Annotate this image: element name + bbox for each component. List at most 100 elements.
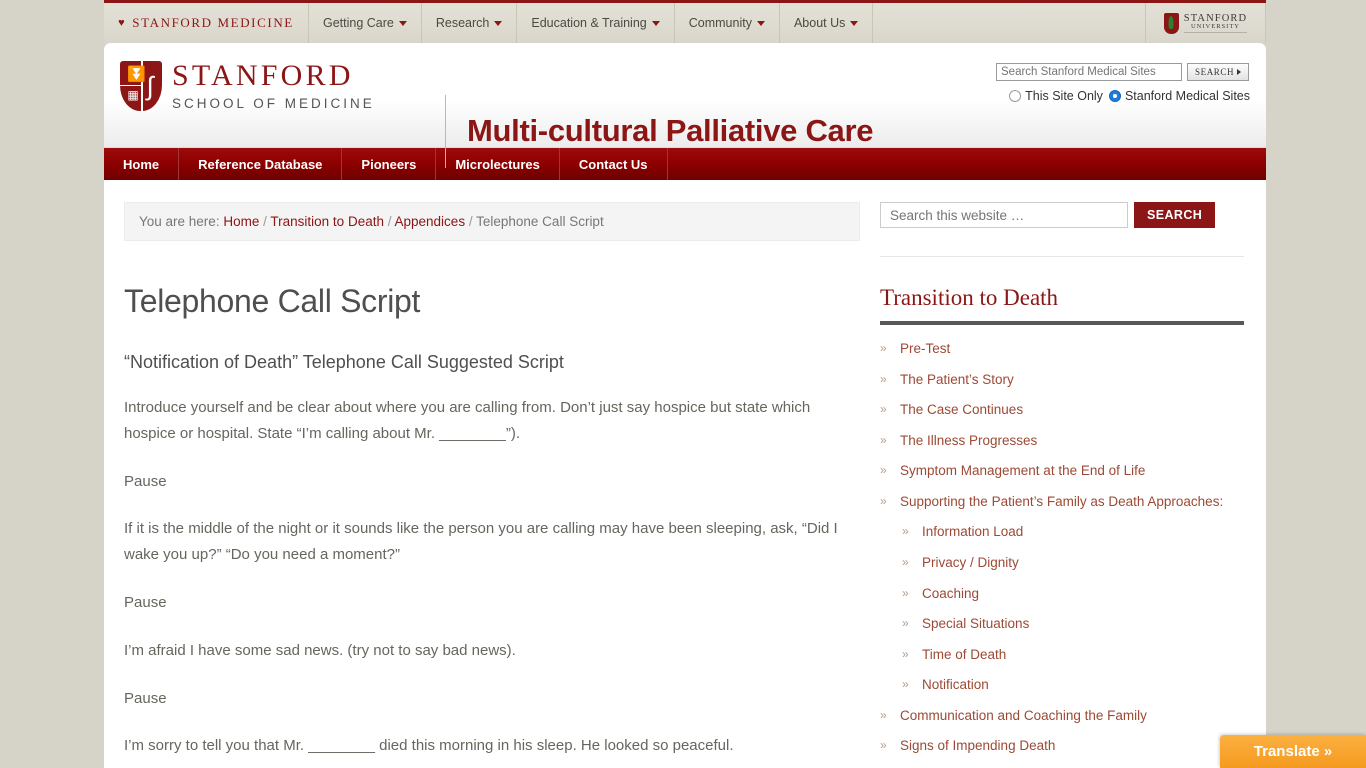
nav-label: Reference Database [198, 156, 323, 172]
topnav-item-getting-care[interactable]: Getting Care [309, 3, 422, 43]
sidebar: SEARCH Transition to Death » Pre-Test [880, 180, 1266, 768]
sidebar-item-special-situations[interactable]: Special Situations [922, 614, 1029, 634]
arrow-right-icon [1237, 69, 1242, 75]
double-chevron-icon: » [880, 707, 887, 722]
university-logo-line1: STANFORD [1183, 12, 1248, 24]
topnav-label: Getting Care [323, 16, 394, 30]
stanford-medicine-topbar: ♥ STANFORD MEDICINE Getting Care Researc… [104, 0, 1266, 43]
double-chevron-icon: » [880, 371, 887, 386]
nav-label: Microlectures [455, 156, 540, 172]
sidebar-item-notification[interactable]: Notification [922, 675, 989, 695]
page-site-title: Multi-cultural Palliative Care [467, 113, 874, 148]
list-item: » Signs of Impending Death [880, 736, 1244, 756]
sidebar-search-button[interactable]: SEARCH [1134, 202, 1216, 228]
global-search-input[interactable] [996, 63, 1182, 81]
global-search-button-label: SEARCH [1195, 67, 1235, 77]
nav-item-contact-us[interactable]: Contact Us [560, 148, 668, 180]
topnav-item-research[interactable]: Research [422, 3, 518, 43]
sidebar-item-supporting-the-family[interactable]: Supporting the Patient’s Family as Death… [900, 492, 1223, 512]
translate-button[interactable]: Translate » [1220, 735, 1366, 768]
radio-icon [1009, 90, 1022, 102]
radio-stanford-medical-sites[interactable]: Stanford Medical Sites [1108, 89, 1250, 103]
body-paragraph: Introduce yourself and be clear about wh… [124, 399, 811, 442]
radio-this-site-only[interactable]: This Site Only [1009, 89, 1103, 103]
stanford-medicine-crest-icon: ⏬ ▦ ∫ [120, 61, 162, 111]
site-logo[interactable]: ⏬ ▦ ∫ STANFORD SCHOOL OF MEDICINE [120, 61, 375, 111]
page-subheading: “Notification of Death” Telephone Call S… [124, 352, 564, 372]
sidebar-divider [880, 256, 1244, 257]
double-chevron-icon: » [880, 493, 887, 508]
sidebar-item-information-load[interactable]: Information Load [922, 522, 1023, 542]
sidebar-section-title: Transition to Death [880, 285, 1059, 310]
body-paragraph-pause: Pause [124, 472, 167, 490]
list-item: » Pre-Test [880, 339, 1244, 359]
content-area: You are here: Home / Transition to Death… [104, 180, 1266, 768]
list-item: » The Illness Progresses [880, 431, 1244, 451]
breadcrumb-prefix: You are here: [139, 214, 220, 229]
list-item: » Coaching [902, 584, 1244, 604]
sidebar-search-input[interactable] [880, 202, 1128, 228]
body-paragraph: I’m sorry to tell you that Mr. ________ … [124, 737, 734, 755]
sidebar-item-the-illness-progresses[interactable]: The Illness Progresses [900, 431, 1037, 451]
nav-item-home[interactable]: Home [104, 148, 180, 180]
nav-item-pioneers[interactable]: Pioneers [342, 148, 437, 180]
topnav-item-community[interactable]: Community [675, 3, 780, 43]
double-chevron-icon: » [880, 341, 887, 355]
double-chevron-icon: » [902, 677, 909, 692]
sidebar-item-signs-of-impending-death[interactable]: Signs of Impending Death [900, 736, 1055, 756]
breadcrumb-link-transition-to-death[interactable]: Transition to Death [270, 214, 384, 229]
sidebar-item-coaching[interactable]: Coaching [922, 584, 979, 604]
list-item: » Information Load [902, 522, 1244, 542]
nav-item-reference-database[interactable]: Reference Database [179, 148, 343, 180]
heart-icon: ♥ [118, 17, 127, 29]
breadcrumb-link-home[interactable]: Home [223, 214, 259, 229]
site-container: ⏬ ▦ ∫ STANFORD SCHOOL OF MEDICINE Multi-… [104, 43, 1266, 768]
radio-icon-selected [1108, 90, 1121, 102]
topnav-item-about-us[interactable]: About Us [780, 3, 874, 43]
sidebar-item-time-of-death[interactable]: Time of Death [922, 645, 1006, 665]
list-item: » The Case Continues [880, 400, 1244, 420]
double-chevron-icon: » [880, 738, 887, 753]
topbar-spacer [873, 3, 1146, 43]
list-item: » Special Situations [902, 614, 1244, 634]
breadcrumb: You are here: Home / Transition to Death… [124, 202, 860, 241]
sidebar-item-the-case-continues[interactable]: The Case Continues [900, 400, 1023, 420]
breadcrumb-current: Telephone Call Script [476, 214, 604, 229]
topnav-item-education-training[interactable]: Education & Training [517, 3, 675, 43]
main-column: You are here: Home / Transition to Death… [104, 180, 880, 768]
topnav-label: Research [435, 16, 490, 30]
list-item: » Time of Death [902, 645, 1244, 665]
sidebar-item-the-patients-story[interactable]: The Patient’s Story [900, 370, 1014, 390]
chevron-down-icon [398, 20, 407, 26]
stanford-tree-icon [1163, 12, 1179, 34]
sidebar-item-symptom-management[interactable]: Symptom Management at the End of Life [900, 461, 1145, 481]
university-logo-line2: UNIVERSITY [1190, 22, 1240, 30]
topnav-label: Community [688, 16, 752, 30]
sidebar-menu: » Pre-Test » The Patient’s Story » The C… [880, 339, 1244, 768]
main-navigation: Home Reference Database Pioneers Microle… [104, 148, 1266, 180]
page-root: ♥ STANFORD MEDICINE Getting Care Researc… [0, 0, 1366, 768]
breadcrumb-separator: / [387, 214, 392, 229]
stanford-medicine-brand[interactable]: ♥ STANFORD MEDICINE [104, 3, 309, 43]
chevron-down-icon [850, 20, 859, 26]
sidebar-item-privacy-dignity[interactable]: Privacy / Dignity [922, 553, 1019, 573]
nav-item-microlectures[interactable]: Microlectures [436, 148, 560, 180]
list-item: » Privacy / Dignity [902, 553, 1244, 573]
body-paragraph: I’m afraid I have some sad news. (try no… [124, 641, 516, 659]
sidebar-submenu: » Information Load » Privacy / Dignity »… [880, 522, 1244, 694]
breadcrumb-separator: / [468, 214, 473, 229]
chevron-down-icon [494, 20, 503, 26]
sidebar-item-communication-coaching-family[interactable]: Communication and Coaching the Family [900, 706, 1147, 726]
double-chevron-icon: » [902, 524, 909, 539]
double-chevron-icon: » [880, 432, 887, 447]
stanford-university-logo[interactable]: STANFORD UNIVERSITY [1146, 3, 1266, 43]
breadcrumb-link-appendices[interactable]: Appendices [395, 214, 466, 229]
sidebar-search: SEARCH [880, 202, 1244, 228]
sidebar-title-underline [880, 321, 1244, 325]
list-item: » Symptom Management at the End of Life [880, 461, 1244, 481]
global-search-button[interactable]: SEARCH [1187, 63, 1250, 81]
chevron-down-icon [756, 20, 765, 26]
double-chevron-icon: » [902, 585, 909, 600]
nav-label: Contact Us [578, 156, 648, 172]
sidebar-item-pre-test[interactable]: Pre-Test [900, 339, 950, 359]
